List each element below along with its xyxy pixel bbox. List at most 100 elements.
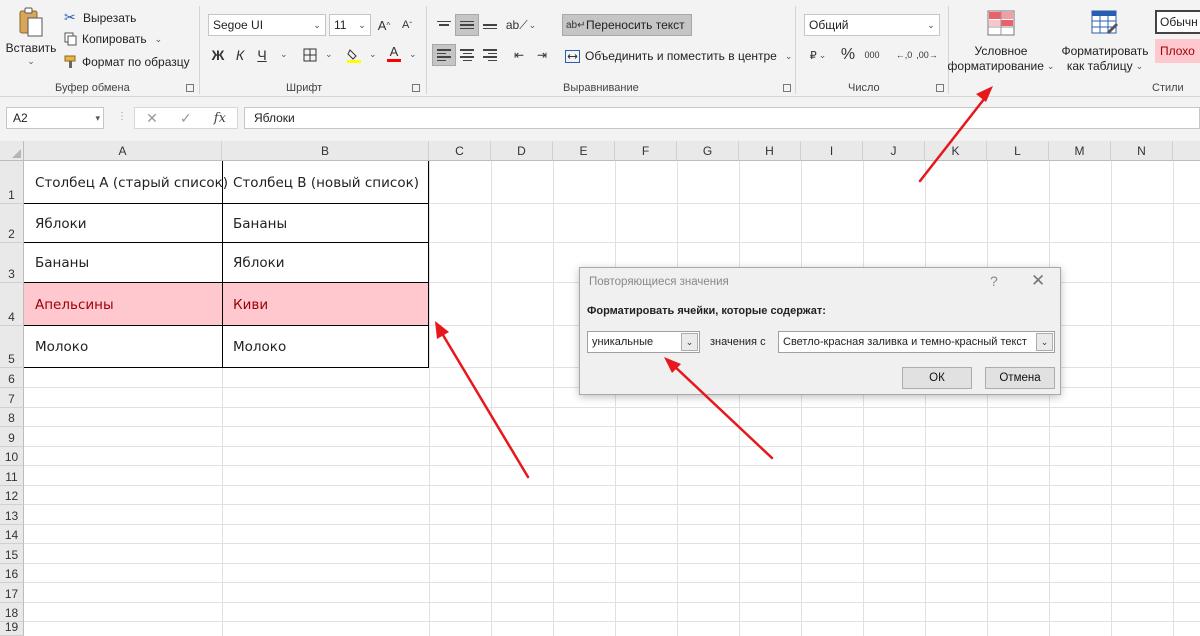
align-right-icon[interactable] — [478, 44, 502, 66]
column-header[interactable]: M — [1049, 141, 1111, 161]
format-as-table-button[interactable]: Форматировать как таблицу ⌄ — [1059, 10, 1151, 73]
chevron-down-icon[interactable]: ⌄ — [280, 49, 288, 60]
align-middle-icon[interactable] — [455, 14, 479, 36]
row-header[interactable]: 11 — [0, 466, 24, 486]
cell-a5[interactable]: Молоко — [24, 326, 222, 368]
align-bottom-icon[interactable] — [478, 14, 502, 36]
resize-handle-icon[interactable]: ⋮ — [117, 111, 127, 122]
style-bad[interactable]: Плохо — [1155, 39, 1200, 63]
row-header[interactable]: 7 — [0, 388, 24, 408]
cell-b1[interactable]: Столбец В (новый список) — [222, 161, 429, 204]
row-header[interactable]: 9 — [0, 427, 24, 447]
cell-b5[interactable]: Молоко — [222, 326, 429, 368]
bold-button[interactable]: Ж — [206, 44, 230, 66]
row-header[interactable]: 6 — [0, 368, 24, 388]
percent-button[interactable]: % — [836, 44, 860, 66]
number-format-select[interactable]: Общий ⌄ — [804, 14, 940, 36]
increase-font-icon[interactable]: A ^ — [372, 14, 396, 36]
column-header[interactable]: B — [222, 141, 429, 161]
decrease-indent-icon[interactable]: ⇤ — [507, 44, 531, 66]
chevron-down-icon[interactable]: ⌄ — [325, 49, 333, 60]
fill-color-icon[interactable] — [342, 44, 366, 66]
row-header[interactable]: 10 — [0, 447, 24, 466]
font-name-select[interactable]: Segoe UI ⌄ — [208, 14, 326, 36]
increase-decimal-icon[interactable]: ←,0 — [892, 44, 916, 66]
help-icon[interactable]: ? — [990, 273, 998, 289]
chevron-down-icon[interactable]: ▾ — [95, 113, 100, 124]
cell-a4[interactable]: Апельсины — [24, 283, 222, 326]
row-header[interactable]: 19 — [0, 620, 24, 636]
dialog-launcher-icon[interactable] — [936, 84, 944, 92]
style-normal[interactable]: Обычн — [1155, 10, 1200, 34]
column-header[interactable]: K — [925, 141, 987, 161]
column-header[interactable]: C — [429, 141, 491, 161]
chevron-down-icon[interactable]: ⌄ — [409, 49, 417, 60]
cell-a1[interactable]: Столбец А (старый список) — [24, 161, 228, 204]
cell-a2[interactable]: Яблоки — [24, 204, 222, 243]
ok-button[interactable]: ОК — [902, 367, 972, 389]
close-icon[interactable]: ✕ — [1031, 271, 1045, 291]
chevron-down-icon[interactable]: ⌄ — [369, 49, 377, 60]
column-header[interactable]: L — [987, 141, 1049, 161]
column-header[interactable]: J — [863, 141, 925, 161]
cancel-icon[interactable]: ✕ — [146, 110, 158, 127]
formula-input[interactable]: Яблоки — [244, 107, 1200, 129]
row-header[interactable]: 8 — [0, 408, 24, 427]
borders-icon[interactable] — [298, 44, 322, 66]
row-header[interactable]: 3 — [0, 243, 24, 283]
decrease-font-icon[interactable]: Aˇ — [395, 14, 419, 36]
font-size-select[interactable]: 11 ⌄ — [329, 14, 371, 36]
row-header[interactable]: 14 — [0, 525, 24, 544]
cancel-button[interactable]: Отмена — [985, 367, 1055, 389]
wrap-text-button[interactable]: ab↵ Переносить текст — [562, 14, 692, 36]
row-header[interactable]: 15 — [0, 544, 24, 564]
column-header[interactable]: E — [553, 141, 615, 161]
row-header[interactable]: 5 — [0, 326, 24, 368]
chevron-down-icon[interactable]: ⌄ — [1036, 333, 1053, 351]
column-header[interactable]: H — [739, 141, 801, 161]
thousands-button[interactable]: 000 — [860, 44, 884, 66]
row-header[interactable]: 13 — [0, 505, 24, 525]
dialog-launcher-icon[interactable] — [783, 84, 791, 92]
font-color-icon[interactable]: A — [382, 42, 406, 64]
align-top-icon[interactable] — [432, 14, 456, 36]
merge-center-button[interactable]: Объединить и поместить в центре ⌄ — [565, 49, 792, 63]
underline-button[interactable]: Ч — [250, 44, 274, 66]
increase-indent-icon[interactable]: ⇥ — [530, 44, 554, 66]
name-box[interactable]: A2 ▾ — [6, 107, 104, 129]
copy-button[interactable]: Копировать ⌄ — [64, 32, 162, 46]
chevron-down-icon[interactable]: ⌄ — [681, 333, 698, 351]
row-header[interactable]: 1 — [0, 161, 24, 204]
column-header[interactable]: I — [801, 141, 863, 161]
format-style-select[interactable]: Светло-красная заливка и темно-красный т… — [778, 331, 1055, 353]
column-header[interactable]: N — [1111, 141, 1173, 161]
column-header[interactable]: G — [677, 141, 739, 161]
align-center-icon[interactable] — [455, 44, 479, 66]
cut-button[interactable]: ✂ Вырезать — [64, 9, 136, 26]
row-header[interactable]: 4 — [0, 283, 24, 326]
dialog-launcher-icon[interactable] — [186, 84, 194, 92]
orientation-icon[interactable]: ab⟋ ⌄ — [506, 14, 536, 36]
paste-button[interactable]: Вставить ⌄ — [6, 6, 56, 67]
value-type-select[interactable]: уникальные ⌄ — [587, 331, 700, 353]
enter-icon[interactable]: ✓ — [180, 110, 192, 127]
cell-b3[interactable]: Яблоки — [222, 243, 429, 283]
row-header[interactable]: 16 — [0, 564, 24, 583]
format-painter-button[interactable]: Формат по образцу — [64, 55, 190, 69]
column-header[interactable]: A — [24, 141, 222, 161]
cell-b2[interactable]: Бананы — [222, 204, 429, 243]
column-header[interactable] — [1173, 141, 1200, 161]
select-all-button[interactable] — [0, 141, 24, 161]
row-header[interactable]: 2 — [0, 204, 24, 243]
row-header[interactable]: 17 — [0, 583, 24, 603]
dialog-launcher-icon[interactable] — [412, 84, 420, 92]
column-header[interactable]: F — [615, 141, 677, 161]
insert-function-icon[interactable]: fx — [214, 111, 226, 126]
align-left-icon[interactable] — [432, 44, 456, 66]
column-header[interactable]: D — [491, 141, 553, 161]
cell-b4[interactable]: Киви — [222, 283, 429, 326]
conditional-formatting-button[interactable]: Условное форматирование ⌄ — [948, 10, 1054, 73]
row-header[interactable]: 12 — [0, 486, 24, 505]
italic-button[interactable]: К — [228, 44, 252, 66]
decrease-decimal-icon[interactable]: ,00→ — [915, 44, 939, 66]
